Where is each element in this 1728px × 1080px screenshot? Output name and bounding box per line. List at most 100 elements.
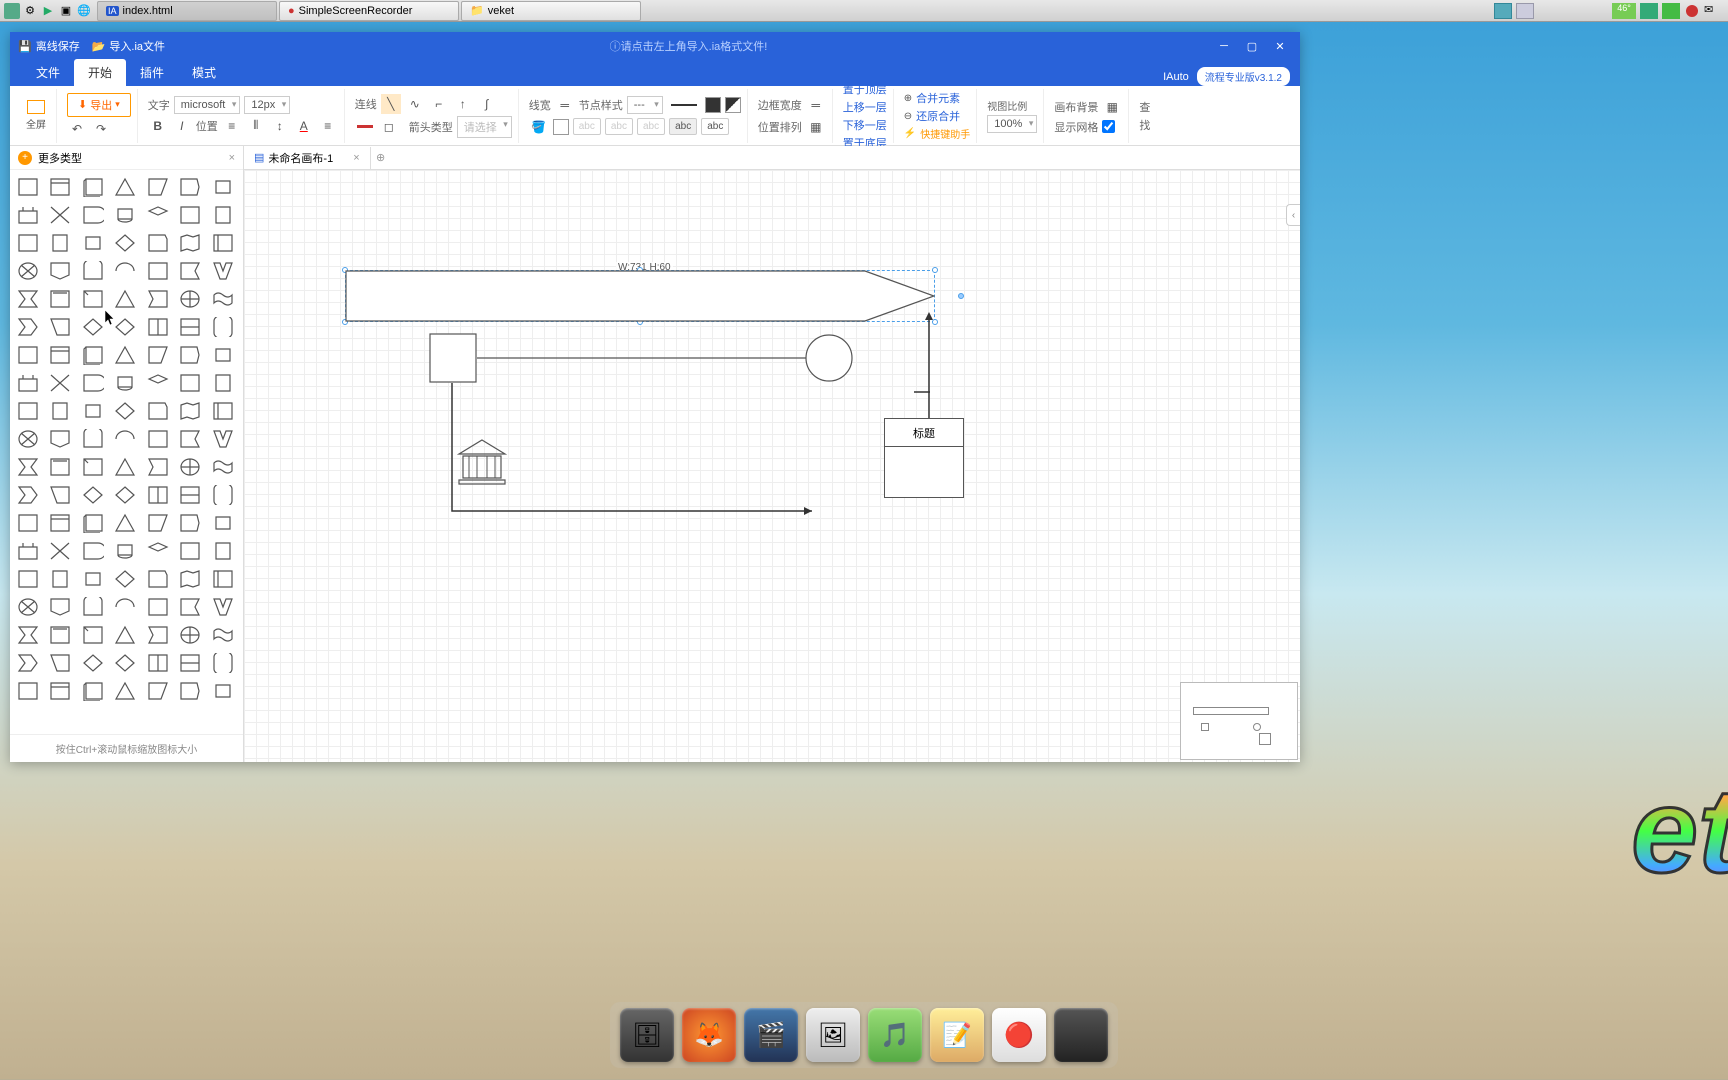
dock-notes-icon[interactable]: 📝 xyxy=(930,1008,984,1062)
tab-start[interactable]: 开始 xyxy=(74,59,126,86)
line-up-button[interactable]: ↑ xyxy=(453,94,473,114)
shape-swatch[interactable] xyxy=(144,314,172,340)
shape-swatch[interactable] xyxy=(111,650,139,676)
shape-swatch[interactable] xyxy=(14,678,42,704)
shape-swatch[interactable] xyxy=(176,454,204,480)
shape-swatch[interactable] xyxy=(111,370,139,396)
shape-swatch[interactable] xyxy=(111,202,139,228)
tray-network-icon[interactable] xyxy=(1640,3,1658,19)
undo-button[interactable]: ↶ xyxy=(67,119,87,139)
tab-mode[interactable]: 模式 xyxy=(178,59,230,86)
shape-swatch[interactable] xyxy=(176,510,204,536)
export-button[interactable]: ⬇ 导出 ▾ xyxy=(67,93,131,117)
line-dark-swatch[interactable] xyxy=(705,97,721,113)
shape-swatch[interactable] xyxy=(111,258,139,284)
square-shape[interactable] xyxy=(429,333,477,383)
shape-swatch[interactable] xyxy=(111,566,139,592)
bold-button[interactable]: B xyxy=(148,116,168,136)
align-left-button[interactable]: ≡ xyxy=(318,116,338,136)
redo-button[interactable]: ↷ xyxy=(91,119,111,139)
dock-files-icon[interactable]: 🗄 xyxy=(620,1008,674,1062)
shape-swatch[interactable] xyxy=(46,314,74,340)
shape-swatch[interactable] xyxy=(111,510,139,536)
shape-swatch[interactable] xyxy=(46,174,74,200)
move-down-layer[interactable]: 下移一层 xyxy=(843,117,887,133)
line-diag-button[interactable]: ╲ xyxy=(381,94,401,114)
shape-swatch[interactable] xyxy=(79,454,107,480)
move-up-layer[interactable]: 上移一层 xyxy=(843,99,887,115)
shape-swatch[interactable] xyxy=(176,426,204,452)
shape-swatch[interactable] xyxy=(14,258,42,284)
taskbar-item-veket[interactable]: 📁 veket xyxy=(461,1,641,21)
shape-swatch[interactable] xyxy=(79,678,107,704)
label-style-2[interactable]: abc xyxy=(605,118,633,135)
shape-swatch[interactable] xyxy=(144,538,172,564)
shape-swatch[interactable] xyxy=(144,286,172,312)
play-icon[interactable]: ▶ xyxy=(40,3,56,19)
shape-swatch[interactable] xyxy=(14,622,42,648)
shape-swatch[interactable] xyxy=(79,426,107,452)
monitor-icon[interactable]: ▣ xyxy=(58,3,74,19)
shape-swatch[interactable] xyxy=(79,398,107,424)
shape-swatch[interactable] xyxy=(209,314,237,340)
shape-swatch[interactable] xyxy=(79,174,107,200)
connector-arrow-1[interactable] xyxy=(450,383,820,515)
shape-swatch[interactable] xyxy=(176,678,204,704)
shape-swatch[interactable] xyxy=(144,482,172,508)
shape-swatch[interactable] xyxy=(209,202,237,228)
connector-arrow-2[interactable] xyxy=(922,312,936,418)
shape-swatch[interactable] xyxy=(176,622,204,648)
shape-swatch[interactable] xyxy=(209,678,237,704)
shape-swatch[interactable] xyxy=(14,342,42,368)
connector-stub[interactable] xyxy=(914,390,930,394)
restore-merge[interactable]: 还原合并 xyxy=(916,108,960,124)
shape-swatch[interactable] xyxy=(176,202,204,228)
tray-window-switcher-icon[interactable] xyxy=(1494,3,1512,19)
more-types-label[interactable]: 更多类型 xyxy=(38,150,82,166)
close-panel-button[interactable]: × xyxy=(229,152,235,164)
shape-swatch[interactable] xyxy=(144,650,172,676)
shape-swatch[interactable] xyxy=(79,538,107,564)
shape-swatch[interactable] xyxy=(46,622,74,648)
shape-swatch[interactable] xyxy=(209,650,237,676)
shape-swatch[interactable] xyxy=(14,510,42,536)
dock-music-icon[interactable]: 🎵 xyxy=(868,1008,922,1062)
shape-swatch[interactable] xyxy=(144,370,172,396)
line-s-button[interactable]: ∫ xyxy=(477,94,497,114)
tab-plugin[interactable]: 插件 xyxy=(126,59,178,86)
shape-swatch[interactable] xyxy=(176,230,204,256)
shape-swatch[interactable] xyxy=(46,258,74,284)
shape-swatch[interactable] xyxy=(79,286,107,312)
shape-swatch[interactable] xyxy=(176,566,204,592)
paint-bucket-button[interactable]: 🪣 xyxy=(529,117,549,137)
shape-swatch[interactable] xyxy=(14,174,42,200)
shape-swatch[interactable] xyxy=(209,594,237,620)
line-curve-button[interactable]: ∿ xyxy=(405,94,425,114)
search-label[interactable]: 查 xyxy=(1139,99,1150,115)
dock-media-icon[interactable]: 🎬 xyxy=(744,1008,798,1062)
circle-shape[interactable] xyxy=(804,333,854,383)
tools-icon[interactable]: ⚙ xyxy=(22,3,38,19)
close-tab-button[interactable]: × xyxy=(353,152,359,164)
shape-swatch[interactable] xyxy=(46,594,74,620)
collapse-right-panel-button[interactable]: ‹ xyxy=(1286,204,1300,226)
minimize-button[interactable]: ─ xyxy=(1212,36,1236,56)
shape-swatch[interactable] xyxy=(14,314,42,340)
shape-swatch[interactable] xyxy=(46,286,74,312)
shape-swatch[interactable] xyxy=(111,454,139,480)
shape-swatch[interactable] xyxy=(111,314,139,340)
dock-photos-icon[interactable]: 🖼 xyxy=(806,1008,860,1062)
tray-mail-icon[interactable]: ✉ xyxy=(1704,3,1722,19)
shape-swatch[interactable] xyxy=(14,370,42,396)
label-style-3[interactable]: abc xyxy=(637,118,665,135)
shape-swatch[interactable] xyxy=(14,426,42,452)
border-width-button[interactable]: ═ xyxy=(806,95,826,115)
shape-swatch[interactable] xyxy=(79,650,107,676)
text-color-button[interactable]: A xyxy=(294,116,314,136)
zoom-select[interactable]: 100% xyxy=(987,115,1037,133)
shape-swatch[interactable] xyxy=(176,342,204,368)
shape-swatch[interactable] xyxy=(144,342,172,368)
shape-swatch[interactable] xyxy=(144,174,172,200)
shape-swatch[interactable] xyxy=(111,174,139,200)
shape-swatch[interactable] xyxy=(14,202,42,228)
